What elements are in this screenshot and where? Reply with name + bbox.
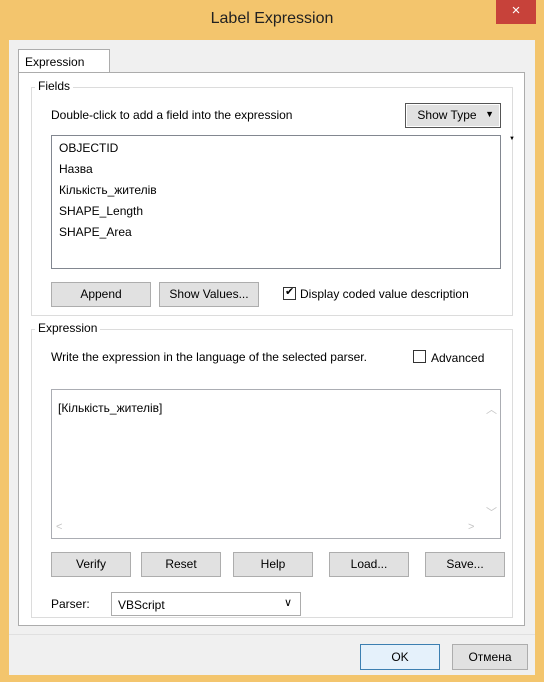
display-coded-label[interactable]: Display coded value description: [300, 287, 469, 301]
expression-text: [Кількість_жителів]: [58, 401, 163, 415]
expression-group-title: Expression: [35, 321, 101, 335]
ok-button[interactable]: OK: [360, 644, 440, 670]
fields-list[interactable]: OBJECTID Назва Кількість_жителів SHAPE_L…: [51, 135, 501, 269]
checkmark-icon: ✔: [285, 286, 295, 298]
scroll-left-icon[interactable]: <: [56, 521, 62, 533]
close-button[interactable]: ×: [496, 0, 536, 24]
close-icon: ×: [511, 2, 521, 19]
show-values-button[interactable]: Show Values...: [159, 282, 259, 307]
fields-group-title: Fields: [35, 79, 74, 93]
window-title: Label Expression: [210, 10, 334, 27]
tab-panel: Fields Double-click to add a field into …: [18, 72, 525, 626]
verify-button[interactable]: Verify: [51, 552, 131, 577]
reset-button[interactable]: Reset: [141, 552, 221, 577]
label-expression-window: Label Expression × Expression Fields Dou…: [0, 0, 544, 682]
title-bar[interactable]: Label Expression ×: [0, 0, 544, 40]
chevron-down-icon: ▼: [485, 109, 494, 119]
advanced-checkbox[interactable]: [413, 350, 426, 363]
display-coded-checkbox[interactable]: ✔: [283, 286, 296, 300]
expression-instruction: Write the expression in the language of …: [51, 350, 367, 364]
scroll-up-icon[interactable]: ︿: [486, 401, 497, 417]
load-button[interactable]: Load...: [329, 552, 409, 577]
scroll-down-icon[interactable]: ﹀: [486, 504, 497, 520]
show-type-label: Show Type: [417, 108, 477, 122]
show-type-button[interactable]: Show Type ▼: [405, 103, 501, 128]
field-item[interactable]: OBJECTID: [59, 141, 118, 155]
field-item[interactable]: SHAPE_Length: [59, 204, 143, 218]
expression-textarea[interactable]: [Кількість_жителів] ︿ ﹀ < >: [51, 389, 501, 539]
field-item[interactable]: Назва: [59, 162, 93, 176]
parser-select[interactable]: VBScript ∨: [111, 592, 301, 616]
scroll-right-icon[interactable]: >: [468, 521, 474, 533]
cancel-button[interactable]: Отмена: [452, 644, 528, 670]
parser-label: Parser:: [51, 597, 90, 611]
save-button[interactable]: Save...: [425, 552, 505, 577]
tab-expression[interactable]: Expression: [18, 49, 110, 73]
fields-instruction: Double-click to add a field into the exp…: [51, 108, 293, 122]
append-button[interactable]: Append: [51, 282, 151, 307]
chevron-down-icon: ∨: [283, 597, 292, 609]
help-button[interactable]: Help: [233, 552, 313, 577]
field-item[interactable]: Кількість_жителів: [59, 183, 157, 197]
field-item[interactable]: SHAPE_Area: [59, 225, 132, 239]
list-scroll-marker-icon: ▼: [509, 136, 515, 142]
parser-value: VBScript: [118, 598, 165, 612]
advanced-label[interactable]: Advanced: [431, 351, 484, 365]
